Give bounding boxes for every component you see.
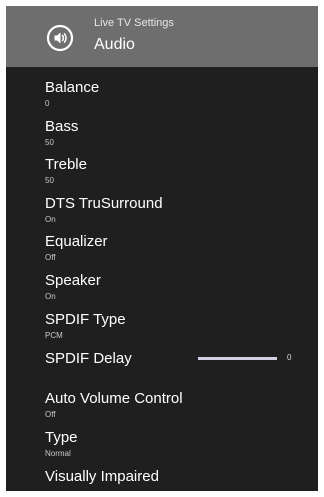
menu-item-speaker[interactable]: Speaker On — [45, 272, 305, 304]
menu-item-label: Treble — [45, 156, 87, 173]
menu-item-equalizer[interactable]: Equalizer Off — [45, 233, 305, 265]
spdif-delay-slider[interactable] — [198, 357, 277, 360]
menu-item-bass[interactable]: Bass 50 — [45, 118, 305, 150]
menu-item-label: Bass — [45, 118, 79, 135]
page-title: Audio — [94, 36, 135, 53]
menu-item-dts-trusurround[interactable]: DTS TruSurround On — [45, 195, 305, 227]
menu-item-value: On — [45, 292, 56, 301]
menu-item-value: Off — [45, 253, 56, 262]
menu-item-value: 50 — [45, 176, 54, 185]
speaker-icon — [46, 24, 74, 52]
menu-item-value: Normal — [45, 449, 71, 458]
menu-item-label: SPDIF Type — [45, 311, 126, 328]
audio-settings-panel: Live TV Settings Audio Balance 0 Bass 50… — [6, 6, 318, 491]
menu-item-spdif-delay[interactable]: SPDIF Delay 0 — [45, 350, 305, 382]
menu-item-spdif-type[interactable]: SPDIF Type PCM — [45, 311, 305, 343]
menu-item-value: On — [45, 215, 56, 224]
menu-item-value: 50 — [45, 138, 54, 147]
menu-item-value: Off — [45, 410, 56, 419]
menu-item-label: Auto Volume Control — [45, 390, 183, 407]
menu-item-value: 0 — [45, 99, 50, 108]
menu-item-label: Type — [45, 429, 78, 446]
header-subtitle: Live TV Settings — [94, 17, 174, 29]
menu-item-visually-impaired[interactable]: Visually Impaired — [45, 468, 305, 491]
menu-item-auto-volume-control[interactable]: Auto Volume Control Off — [45, 390, 305, 422]
menu-item-label: Balance — [45, 79, 100, 96]
menu-item-label: DTS TruSurround — [45, 195, 163, 212]
menu-item-treble[interactable]: Treble 50 — [45, 156, 305, 188]
menu-item-balance[interactable]: Balance 0 — [45, 79, 305, 111]
menu-item-label: Equalizer — [45, 233, 108, 250]
slider-fill — [198, 357, 277, 360]
header-bar: Live TV Settings Audio — [6, 6, 318, 67]
menu-item-label: Speaker — [45, 272, 101, 289]
menu-item-value: PCM — [45, 331, 63, 340]
slider-value: 0 — [287, 353, 292, 362]
menu-item-type[interactable]: Type Normal — [45, 429, 305, 461]
menu-item-label: SPDIF Delay — [45, 350, 132, 367]
menu-item-label: Visually Impaired — [45, 468, 159, 485]
